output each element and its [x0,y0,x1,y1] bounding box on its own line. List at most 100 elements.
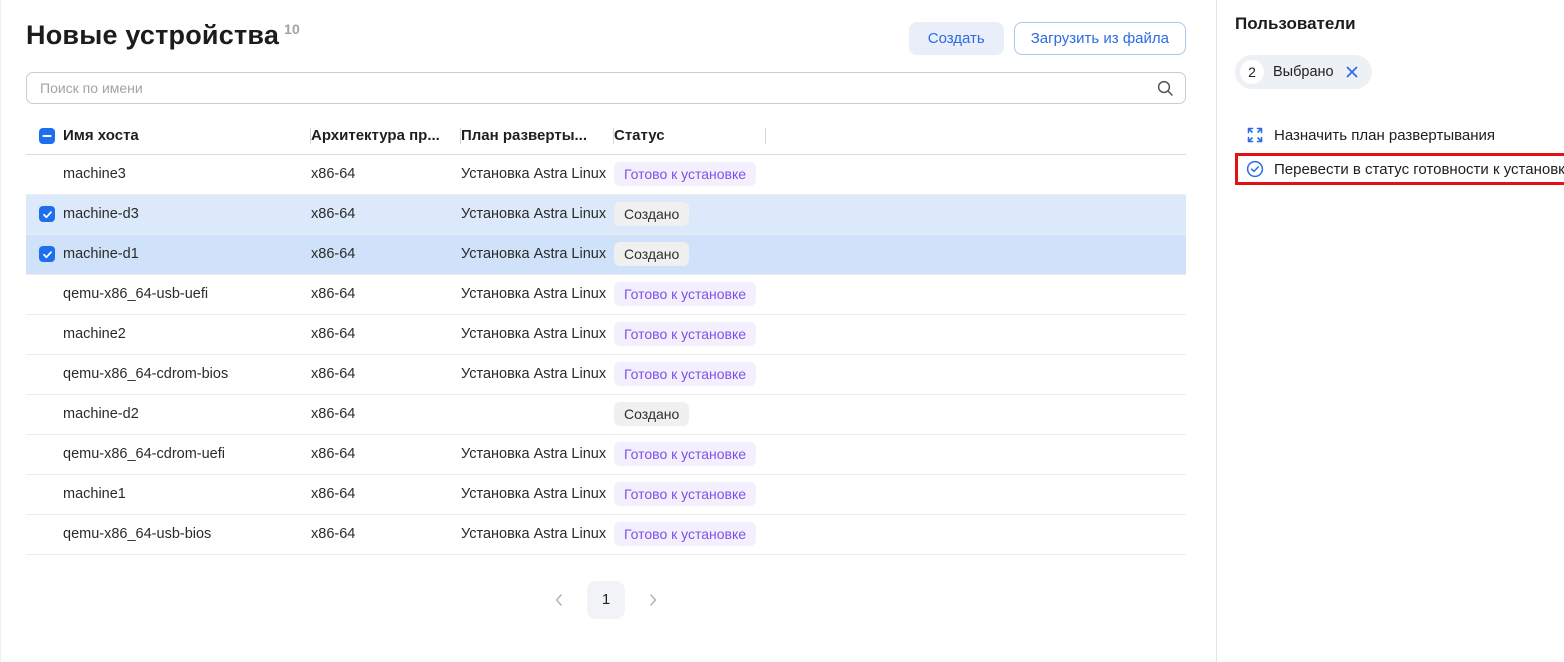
devices-count-badge: 10 [284,21,300,37]
hostname-cell: qemu-x86_64-cdrom-uefi [63,434,311,474]
empty-cell [766,154,1186,194]
status-cell: Готово к установке [614,154,766,194]
select-all-checkbox-indeterminate[interactable] [39,128,55,144]
page-title-text: Новые устройства [26,20,279,50]
arch-cell: x86-64 [311,154,461,194]
table-row[interactable]: machine-d1 x86-64 Установка Astra Linux … [26,234,1186,274]
status-badge: Создано [614,402,689,427]
plan-cell: Установка Astra Linux [461,274,614,314]
empty-cell [766,194,1186,234]
arch-cell: x86-64 [311,274,461,314]
devices-table: Имя хоста Архитектура пр... План разверт… [26,118,1186,555]
assign-plan-expand-icon [1246,126,1264,144]
status-cell: Готово к установке [614,474,766,514]
sidebar-title: Пользователи [1235,14,1564,34]
plan-cell: Установка Astra Linux [461,354,614,394]
status-badge: Готово к установке [614,362,756,387]
selected-count: 2 [1240,60,1264,84]
hostname-cell: machine-d1 [63,234,311,274]
table-row[interactable]: machine1 x86-64 Установка Astra Linux Го… [26,474,1186,514]
arch-cell: x86-64 [311,514,461,554]
empty-cell [766,314,1186,354]
arch-cell: x86-64 [311,434,461,474]
status-badge: Готово к установке [614,442,756,467]
header-actions: Создать Загрузить из файла [909,22,1186,55]
devices-panel: Новые устройства 10 Создать Загрузить из … [0,0,1217,662]
table-row[interactable]: qemu-x86_64-cdrom-bios x86-64 Установка … [26,354,1186,394]
hostname-cell: qemu-x86_64-usb-bios [63,514,311,554]
plan-cell: Установка Astra Linux [461,514,614,554]
arch-cell: x86-64 [311,234,461,274]
status-badge: Готово к установке [614,522,756,547]
search-icon[interactable] [1156,79,1174,97]
search-input[interactable] [38,79,1156,97]
arch-cell: x86-64 [311,194,461,234]
arch-cell: x86-64 [311,314,461,354]
clear-selection-icon[interactable] [1345,65,1359,79]
table-row[interactable]: machine-d3 x86-64 Установка Astra Linux … [26,194,1186,234]
plan-cell: Установка Astra Linux [461,474,614,514]
status-badge: Создано [614,202,689,227]
hostname-cell: qemu-x86_64-cdrom-bios [63,354,311,394]
arch-cell: x86-64 [311,394,461,434]
arch-cell: x86-64 [311,474,461,514]
column-header-empty [766,118,1186,154]
search-box[interactable] [26,72,1186,104]
status-cell: Готово к установке [614,314,766,354]
arch-cell: x86-64 [311,354,461,394]
check-circle-icon [1246,160,1264,178]
next-page-button[interactable] [641,588,665,612]
create-button[interactable]: Создать [909,22,1004,55]
row-checkbox[interactable] [39,206,55,222]
header-checkbox-cell [26,118,63,154]
empty-cell [766,354,1186,394]
empty-cell [766,234,1186,274]
upload-from-file-button[interactable]: Загрузить из файла [1014,22,1186,55]
status-cell: Создано [614,194,766,234]
plan-cell: Установка Astra Linux [461,194,614,234]
empty-cell [766,474,1186,514]
empty-cell [766,514,1186,554]
hostname-cell: machine-d3 [63,194,311,234]
hostname-cell: machine2 [63,314,311,354]
plan-cell: Установка Astra Linux [461,434,614,474]
users-sidebar: Пользователи 2 Выбрано Назначить план ра… [1217,0,1564,662]
page-title: Новые устройства 10 [26,20,300,51]
hostname-cell: machine1 [63,474,311,514]
table-body: machine3 x86-64 Установка Astra Linux Го… [26,154,1186,554]
selected-label: Выбрано [1273,64,1334,80]
table-row[interactable]: qemu-x86_64-usb-bios x86-64 Установка As… [26,514,1186,554]
status-badge: Создано [614,242,689,267]
empty-cell [766,394,1186,434]
sidebar-actions: Назначить план развертывания Перевести в… [1235,119,1564,185]
row-checkbox[interactable] [39,246,55,262]
status-cell: Готово к установке [614,354,766,394]
column-header-architecture[interactable]: Архитектура пр... [311,118,461,154]
status-badge: Готово к установке [614,162,756,187]
status-cell: Готово к установке [614,434,766,474]
assign-plan-action[interactable]: Назначить план развертывания [1235,119,1564,151]
column-header-plan[interactable]: План разверты... [461,118,614,154]
table-row[interactable]: machine-d2 x86-64 Создано [26,394,1186,434]
status-badge: Готово к установке [614,322,756,347]
prev-page-button[interactable] [547,588,571,612]
column-header-hostname[interactable]: Имя хоста [63,118,311,154]
plan-cell: Установка Astra Linux [461,314,614,354]
status-cell: Создано [614,394,766,434]
page-number-button[interactable]: 1 [587,581,625,619]
plan-cell: Установка Astra Linux [461,234,614,274]
status-badge: Готово к установке [614,482,756,507]
status-badge: Готово к установке [614,282,756,307]
plan-cell [461,394,614,434]
table-row[interactable]: machine2 x86-64 Установка Astra Linux Го… [26,314,1186,354]
hostname-cell: machine3 [63,154,311,194]
status-cell: Готово к установке [614,514,766,554]
assign-plan-label: Назначить план развертывания [1274,127,1495,144]
table-row[interactable]: qemu-x86_64-cdrom-uefi x86-64 Установка … [26,434,1186,474]
table-row[interactable]: qemu-x86_64-usb-uefi x86-64 Установка As… [26,274,1186,314]
hostname-cell: qemu-x86_64-usb-uefi [63,274,311,314]
table-row[interactable]: machine3 x86-64 Установка Astra Linux Го… [26,154,1186,194]
column-header-status[interactable]: Статус [614,118,766,154]
transfer-to-ready-action[interactable]: Перевести в статус готовности к установк… [1235,153,1564,185]
plan-cell: Установка Astra Linux [461,154,614,194]
